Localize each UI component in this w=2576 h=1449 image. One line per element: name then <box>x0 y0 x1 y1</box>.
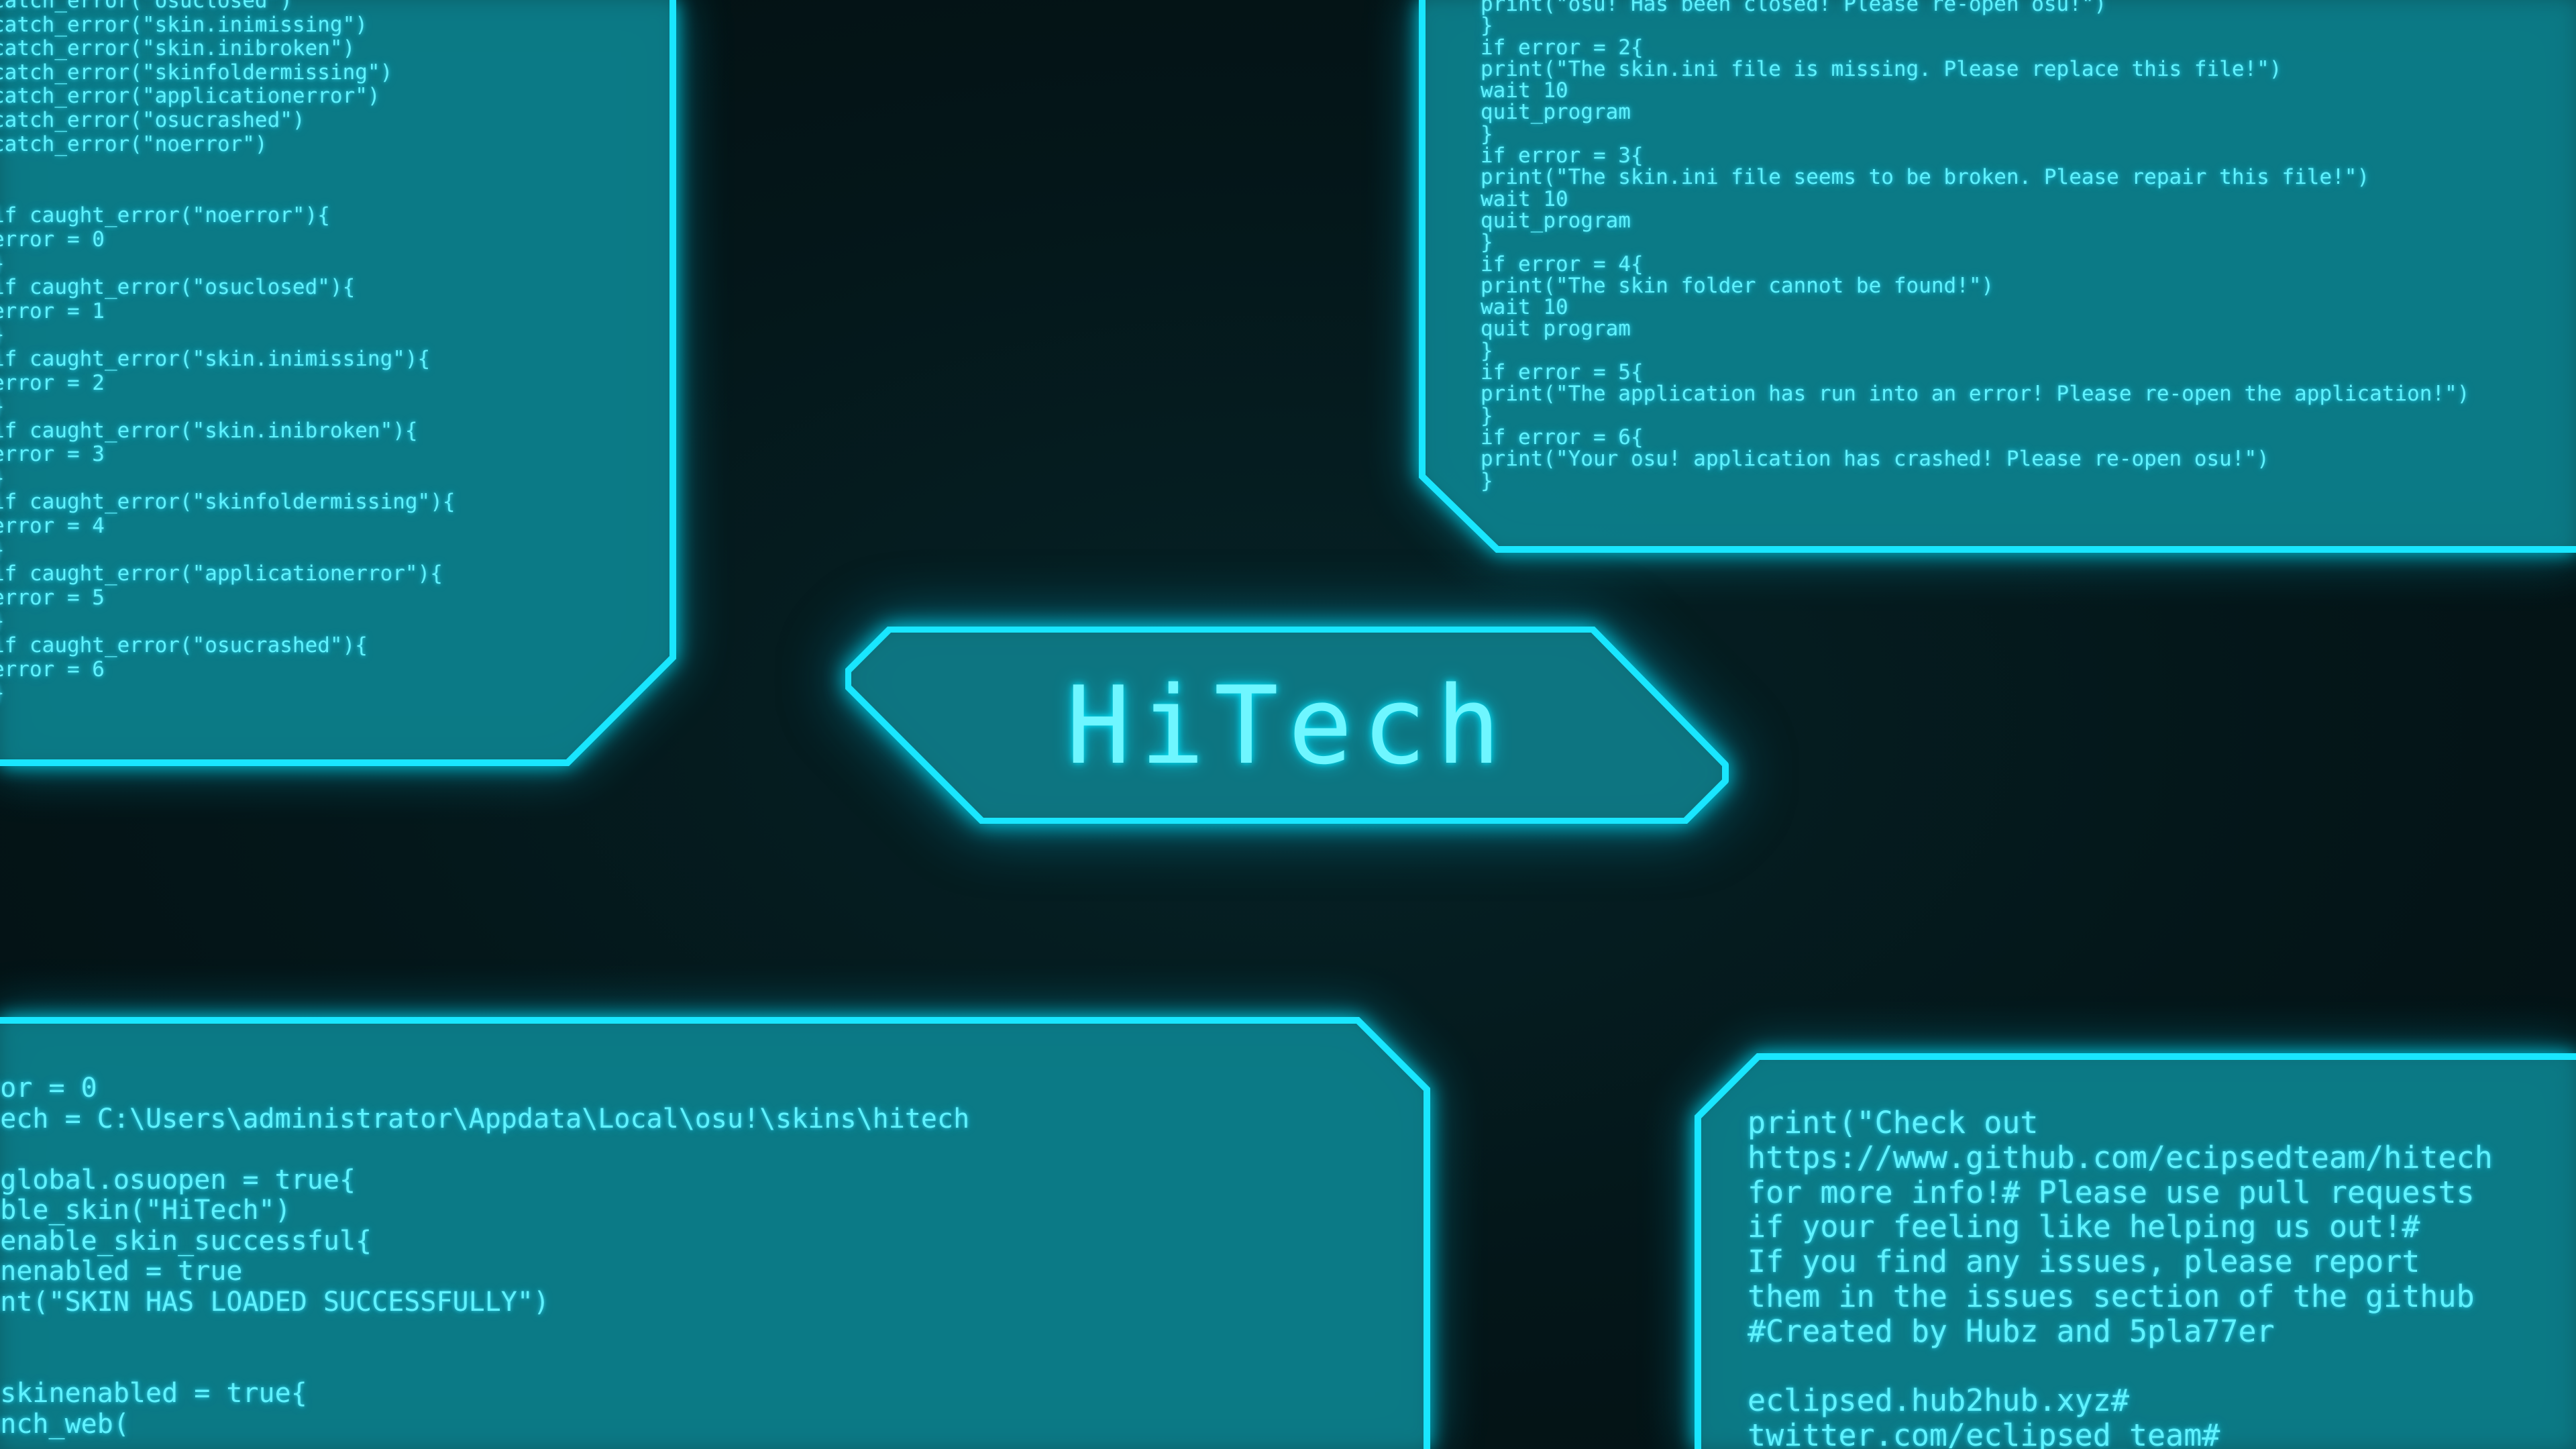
code-line: } <box>1481 403 1493 428</box>
code-line: enable_skin("HiTech") <box>0 1195 291 1226</box>
code-line: if your feeling like helping us out!# <box>1748 1209 2420 1245</box>
code-panel-credits: print("Check out https://www.github.com/e… <box>1677 1036 2576 1449</box>
code-line: } <box>0 323 455 347</box>
code-line: for more info!# Please use pull requests <box>1748 1174 2475 1210</box>
code-line: if caught_error("osuclosed"){ <box>0 275 356 300</box>
code-block: print("osu! Has been closed! Please re-o… <box>1481 0 2469 492</box>
logo-title: HiTech <box>1066 662 1510 788</box>
code-block: error = 0hitech = C:\Users\administrator… <box>0 1073 969 1440</box>
code-line: print("The skin.ini file is missing. Ple… <box>1481 56 2282 81</box>
code-line: if caught_error("skin.inimissing"){ <box>0 346 431 371</box>
code-block: print("Check out https://www.github.com/e… <box>1748 1106 2493 1449</box>
code-line: if skinenabled = true{ <box>0 1378 307 1409</box>
code-line: if caught_error("osucrashed"){ <box>0 633 368 658</box>
code-line: quit_program <box>1481 208 1631 233</box>
code-line: if caught_error("applicationerror"){ <box>0 561 443 586</box>
code-line: } <box>0 394 455 419</box>
code-line: https://www.github.com/ecipsedteam/hitec… <box>1748 1139 2493 1175</box>
code-line: catch_error("osucrashed") <box>0 107 305 132</box>
code-line: catch_error("skin.inimissing") <box>0 12 368 37</box>
code-line: } <box>0 610 455 634</box>
code-line: } <box>1481 121 1493 146</box>
code-line: error = 2 <box>0 370 105 395</box>
code-line: catch_error("skinfoldermissing") <box>0 60 393 85</box>
code-line: error = 4 <box>0 514 105 539</box>
code-line: catch_error("osuclosed") <box>0 0 292 13</box>
code-line: if global.osuopen = true{ <box>0 1164 356 1195</box>
code-line: wait 10 <box>1481 78 1568 103</box>
code-line: error = 5 <box>0 585 105 610</box>
code-line: } <box>0 466 455 491</box>
code-line: print("The skin folder cannot be found!"… <box>1481 273 1994 298</box>
code-line: If you find any issues, please report <box>1748 1244 2420 1280</box>
code-line: launch_web( <box>0 1408 129 1440</box>
code-line: error = 0 <box>0 1073 97 1104</box>
code-line: skinenabled = true <box>0 1256 243 1287</box>
code-line: print("osu! Has been closed! Please re-o… <box>1481 0 2107 16</box>
code-line: error = 3 <box>0 442 105 467</box>
code-line: if enable_skin_successful{ <box>0 1225 372 1256</box>
code-line: quit_program <box>1481 100 1631 125</box>
code-line: print("Check out <box>1748 1105 2039 1140</box>
code-line: error = 0 <box>0 227 105 252</box>
code-line: hitech = C:\Users\administrator\Appdata\… <box>0 1103 970 1134</box>
code-line: if caught_error("skinfoldermissing"){ <box>0 490 455 515</box>
code-line: eclipsed.hub2hub.xyz# <box>1748 1383 2129 1419</box>
code-line: } <box>1481 13 1493 38</box>
code-panel-error-messages: print("osu! Has been closed! Please re-o… <box>1409 0 2576 564</box>
code-line: if error = 3{ <box>1481 144 1644 168</box>
code-line: print("SKIN HAS LOADED SUCCESSFULLY") <box>0 1286 550 1318</box>
code-panel-error-catching: catch_error("osuclosed") catch_error("ski… <box>0 0 684 771</box>
code-line: catch_error("skin.inibroken") <box>0 36 356 61</box>
code-line: if error = 5{ <box>1481 360 1644 385</box>
code-line: error = 6 <box>0 657 105 682</box>
code-line: wait 10 <box>1481 186 1568 211</box>
code-line: print("The application has run into an e… <box>1481 382 2470 407</box>
code-line: } <box>0 538 455 563</box>
code-line: wait 10 <box>1481 295 1568 320</box>
code-line: if caught_error("skin.inibroken"){ <box>0 418 418 443</box>
code-line: twitter.com/eclipsed_team# <box>1748 1417 2220 1449</box>
code-line: } <box>0 252 455 276</box>
code-line: #Created by Hubz and 5pla77er <box>1748 1313 2275 1349</box>
code-line: if error = 6{ <box>1481 425 1644 449</box>
code-line: if error = 4{ <box>1481 252 1644 276</box>
code-line: them in the issues section of the github <box>1748 1278 2475 1314</box>
code-line: catch_error("applicationerror") <box>0 84 380 109</box>
code-line: print("Your osu! application has crashed… <box>1481 447 2269 472</box>
code-line: } <box>1481 468 1493 493</box>
hitech-logo-badge: HiTech <box>845 627 1731 824</box>
code-block: catch_error("osuclosed") catch_error("ski… <box>0 0 455 706</box>
code-panel-skin-loader: error = 0hitech = C:\Users\administrator… <box>0 1006 1442 1449</box>
code-line: quit program <box>1481 317 1631 341</box>
code-line: error = 1 <box>0 299 105 323</box>
code-line: } <box>0 682 455 706</box>
code-line: } <box>1481 338 1493 363</box>
code-line: print("The skin.ini file seems to be bro… <box>1481 165 2370 190</box>
code-line: catch_error("noerror") <box>0 131 268 156</box>
code-line: if caught_error("noerror"){ <box>0 203 330 228</box>
code-line: if error = 2{ <box>1481 35 1644 60</box>
code-line: } <box>1481 230 1493 255</box>
